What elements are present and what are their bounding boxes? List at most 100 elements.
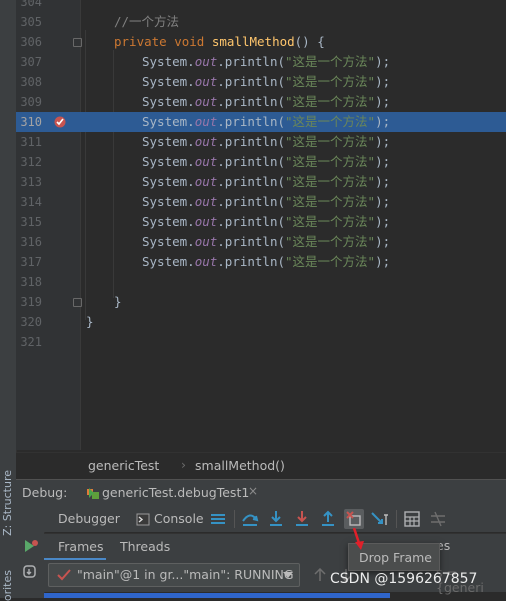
restore-layout-icon[interactable] (22, 564, 38, 580)
code-line[interactable]: 312 System.out.println("这是一个方法"); (16, 152, 506, 172)
chevron-down-icon (283, 572, 293, 578)
console-icon (136, 513, 150, 526)
line-number: 308 (20, 75, 42, 89)
code-line[interactable]: 308 System.out.println("这是一个方法"); (16, 72, 506, 92)
code-punctuation: ); (375, 54, 391, 69)
show-execution-point-icon[interactable] (208, 509, 228, 529)
breadcrumb-method[interactable]: smallMethod() (195, 458, 285, 473)
code-text: System.out.println("这是一个方法"); (142, 232, 390, 252)
code-line[interactable]: 320} (16, 312, 506, 332)
method-call: .println( (217, 214, 285, 229)
run-to-cursor-icon[interactable] (370, 509, 390, 529)
string-literal: "这是一个方法" (285, 94, 376, 109)
string-literal: "这是一个方法" (285, 254, 376, 269)
debug-session-label: genericTest.debugTest1 (102, 485, 250, 500)
fold-marker-icon[interactable] (73, 38, 82, 47)
code-line[interactable]: 318 (16, 272, 506, 292)
code-text: System.out.println("这是一个方法"); (142, 212, 390, 232)
code-text: System.out.println("这是一个方法"); (142, 72, 390, 92)
class-reference: System. (142, 134, 195, 149)
line-number: 311 (20, 135, 42, 149)
structure-tool-tab[interactable]: Z: Structure (1, 470, 15, 536)
step-out-icon[interactable] (318, 509, 338, 529)
fold-marker-icon[interactable] (73, 298, 82, 307)
string-literal: "这是一个方法" (285, 134, 376, 149)
code-line[interactable]: 306 private void smallMethod() { (16, 32, 506, 52)
thread-dropdown[interactable]: "main"@1 in gr..."main": RUNNING (48, 563, 300, 587)
code-punctuation: ); (375, 134, 391, 149)
string-literal: "这是一个方法" (285, 234, 376, 249)
step-into-icon[interactable] (266, 509, 286, 529)
selected-frame-row[interactable] (44, 593, 390, 598)
arrow-up-icon[interactable] (314, 568, 326, 582)
watermark: CSDN @1596267857 (330, 571, 478, 587)
code-line[interactable]: 311 System.out.println("这是一个方法"); (16, 132, 506, 152)
keyword-private: private (114, 34, 167, 49)
code-text: System.out.println("这是一个方法"); (142, 112, 390, 132)
code-line[interactable]: 315 System.out.println("这是一个方法"); (16, 212, 506, 232)
static-field: out (194, 234, 218, 249)
code-text: System.out.println("这是一个方法"); (142, 152, 390, 172)
code-line[interactable]: 309 System.out.println("这是一个方法"); (16, 92, 506, 112)
debugger-toolbar: Debugger Console (16, 506, 506, 532)
line-number: 313 (20, 175, 42, 189)
drop-frame-icon[interactable] (344, 509, 364, 529)
code-line[interactable]: 316 System.out.println("这是一个方法"); (16, 232, 506, 252)
tab-threads[interactable]: Threads (120, 539, 170, 554)
line-number: 316 (20, 235, 42, 249)
string-literal: "这是一个方法" (285, 114, 376, 129)
code-line[interactable]: 307 System.out.println("这是一个方法"); (16, 52, 506, 72)
static-field: out (194, 154, 218, 169)
force-step-into-icon[interactable] (292, 509, 312, 529)
code-text: System.out.println("这是一个方法"); (142, 172, 390, 192)
step-over-icon[interactable] (240, 509, 260, 529)
static-field: out (194, 254, 218, 269)
code-line[interactable]: 321 (16, 332, 506, 352)
static-field: out (194, 94, 218, 109)
class-reference: System. (142, 174, 195, 189)
favorites-tool-tab[interactable]: orites (1, 570, 15, 601)
code-punctuation: ); (375, 154, 391, 169)
breadcrumb-class[interactable]: genericTest (88, 458, 159, 473)
resume-icon[interactable] (22, 538, 38, 554)
class-reference: System. (142, 74, 195, 89)
line-number: 310 (20, 115, 42, 129)
class-reference: System. (142, 114, 195, 129)
debug-label: Debug: (22, 485, 68, 500)
code-line[interactable]: 314 System.out.println("这是一个方法"); (16, 192, 506, 212)
method-call: .println( (217, 94, 285, 109)
method-call: .println( (217, 194, 285, 209)
keyword-void: void (174, 34, 205, 49)
close-icon[interactable]: × (248, 484, 258, 498)
code-line[interactable]: 304 (16, 0, 506, 12)
code-line[interactable]: 319} (16, 292, 506, 312)
class-reference: System. (142, 94, 195, 109)
static-field: out (194, 174, 218, 189)
code-punctuation: ); (375, 74, 391, 89)
string-literal: "这是一个方法" (285, 214, 376, 229)
trace-icon[interactable] (428, 509, 448, 529)
tab-debugger[interactable]: Debugger (58, 511, 120, 526)
evaluate-expression-icon[interactable] (402, 509, 422, 529)
tab-console[interactable]: Console (154, 511, 204, 526)
debug-tool-window-header: Debug: genericTest.debugTest1 × (16, 479, 506, 506)
closing-brace: } (114, 294, 122, 309)
breakpoint-icon[interactable] (54, 116, 66, 128)
left-tool-strip: Z: Structure orites (0, 0, 17, 601)
line-number: 306 (20, 35, 42, 49)
code-text: System.out.println("这是一个方法"); (142, 132, 390, 152)
line-number: 305 (20, 15, 42, 29)
tab-frames[interactable]: Frames (44, 534, 106, 560)
debug-session-tab[interactable]: genericTest.debugTest1 × (82, 480, 282, 506)
code-text: } (86, 312, 94, 332)
string-literal: "这是一个方法" (285, 194, 376, 209)
code-line[interactable]: 310 System.out.println("这是一个方法"); (16, 112, 506, 132)
code-line[interactable]: 313 System.out.println("这是一个方法"); (16, 172, 506, 192)
code-punctuation: ); (375, 194, 391, 209)
static-field: out (194, 74, 218, 89)
string-literal: "这是一个方法" (285, 174, 376, 189)
code-line[interactable]: 317 System.out.println("这是一个方法"); (16, 252, 506, 272)
tab-frames-label: Frames (58, 539, 104, 554)
code-line[interactable]: 305 //一个方法 (16, 12, 506, 32)
static-field: out (194, 214, 218, 229)
